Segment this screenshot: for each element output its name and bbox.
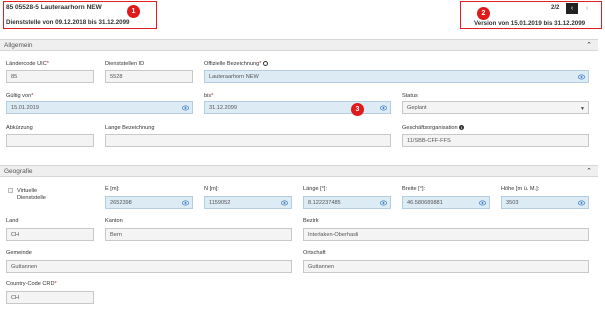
n-label: N [m]: [204,186,219,192]
ortschaft-field: Guttannen [303,260,589,273]
eye-icon[interactable] [380,200,387,206]
section-header-geografie[interactable]: Geografie ⌃ [0,165,598,177]
status-label: Status [402,93,418,99]
eye-icon[interactable] [380,105,387,111]
kanton-field: Bern [105,228,292,241]
gueltig-von-input[interactable]: 15.01.2019 [6,101,193,114]
n-input[interactable]: 1159052 [204,196,292,209]
ortschaft-label: Ortschaft [303,250,326,256]
geschaeftsorganisation-label: Geschäftsorganisation i [402,125,465,131]
land-label: Land [6,218,19,224]
country-code-field: CH [6,291,94,304]
next-version-button[interactable]: › [581,3,593,14]
breite-label: Breite [°]: [402,186,426,192]
status-select[interactable]: Geplant ▼ [402,101,589,114]
caret-down-icon: ▼ [580,106,585,112]
lange-bezeichnung-field [105,134,391,147]
laendercode-label: Ländercode UIC* [6,61,49,67]
breite-input[interactable]: 46.580689881 [402,196,490,209]
chevron-left-icon: ‹ [570,5,574,12]
chevron-up-icon: ⌃ [586,42,592,49]
annotation-badge-3: 3 [351,103,364,116]
pagination-label: 2/2 [551,5,560,11]
bis-label: bis* [204,93,214,99]
version-range: Version von 15.01.2019 bis 31.12.2099 [474,20,586,27]
info-icon[interactable]: i [459,125,465,131]
gemeinde-label: Gemeinde [6,250,32,256]
section-header-allgemein[interactable]: Allgemein ⌃ [0,39,598,51]
hoehe-label: Höhe [m ü. M.]: [501,186,540,192]
laendercode-field: 85 [6,70,94,83]
laenge-label: Länge [°]: [303,186,328,192]
chevron-right-icon: › [585,5,589,12]
gueltig-von-label: Gültig von* [6,93,34,99]
kanton-label: Kanton [105,218,123,224]
eye-icon[interactable] [578,74,585,80]
eye-icon[interactable] [281,200,288,206]
dienststelle-range: Dienststelle von 09.12.2018 bis 31.12.20… [6,19,130,26]
dienststellen-id-label: Dienststellen ID [105,61,145,67]
bezirk-field: Interlaken-Oberhasli [303,228,589,241]
dienststellen-id-field: 5528 [105,70,193,83]
country-code-label: Country-Code CRD* [6,281,57,287]
abkuerzung-field [6,134,94,147]
section-title-geografie: Geografie [4,167,33,175]
virtuelle-dienststelle-checkbox[interactable] [8,188,13,193]
chevron-up-icon: ⌃ [586,168,592,175]
info-icon[interactable] [263,61,268,67]
geschaeftsorganisation-field: 11/SBB-CFF-FFS [402,134,589,147]
e-input[interactable]: 2652398 [105,196,193,209]
annotation-badge-2: 2 [477,7,490,20]
eye-icon[interactable] [479,200,486,206]
offizielle-bezeichnung-label: Offizielle Bezeichnung* [204,61,268,67]
laenge-input[interactable]: 8.122237485 [303,196,391,209]
bezirk-label: Bezirk [303,218,319,224]
land-field: CH [6,228,94,241]
page-title: 85 05528-5 Lauteraarhorn NEW [6,4,102,11]
offizielle-bezeichnung-input[interactable]: Lauteraarhorn NEW [204,70,589,83]
gemeinde-field: Guttannen [6,260,292,273]
hoehe-input[interactable]: 3503 [501,196,589,209]
previous-version-button[interactable]: ‹ [566,3,578,14]
abkuerzung-label: Abkürzung [6,125,33,131]
section-title-allgemein: Allgemein [4,41,33,49]
eye-icon[interactable] [182,105,189,111]
virtuelle-dienststelle-label: Virtuelle Dienststelle [17,188,46,201]
annotation-badge-1: 1 [127,5,140,18]
e-label: E [m]: [105,186,120,192]
eye-icon[interactable] [578,200,585,206]
lange-bezeichnung-label: Lange Bezeichnung [105,125,155,131]
eye-icon[interactable] [182,200,189,206]
